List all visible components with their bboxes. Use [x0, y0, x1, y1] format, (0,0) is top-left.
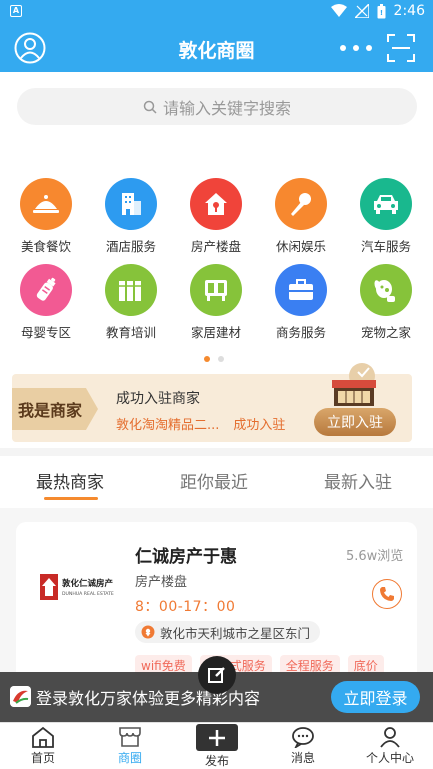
category-pets[interactable]: 宠物之家	[348, 264, 424, 341]
category-label: 酒店服务	[105, 239, 156, 254]
food-cover-icon	[20, 178, 72, 230]
battery-icon: !	[377, 3, 386, 18]
tab-nearest[interactable]: 距你最近	[180, 468, 248, 493]
location-pin-icon	[141, 625, 155, 639]
category-label: 家居建材	[190, 325, 241, 340]
furniture-icon	[190, 264, 242, 316]
pager-dot[interactable]	[218, 356, 224, 362]
view-count: 5.6w浏览	[346, 549, 404, 564]
join-now-button[interactable]: 立即入驻	[314, 408, 396, 436]
baby-bottle-icon	[20, 264, 72, 316]
dog-icon	[360, 264, 412, 316]
category-auto[interactable]: 汽车服务	[348, 178, 424, 255]
app-logo-icon	[10, 686, 31, 707]
category-label: 美食餐饮	[20, 239, 71, 254]
phone-icon	[380, 587, 394, 601]
status-bar: A ! 2:46	[0, 0, 433, 24]
nav-business-circle[interactable]: 商圈	[87, 723, 173, 769]
category-hotel[interactable]: 酒店服务	[93, 178, 169, 255]
shop-logo: 敦化仁诚房产 DUNHUA REAL ESTATE	[40, 574, 114, 600]
nav-publish[interactable]	[196, 724, 238, 751]
call-button[interactable]	[372, 579, 402, 609]
nav-label: 消息	[290, 751, 315, 765]
person-icon	[380, 727, 400, 748]
merchant-list-tabs: 最热商家 距你最近 最新入驻	[0, 458, 433, 502]
merchant-tag: 我是商家	[12, 388, 98, 430]
tab-newest[interactable]: 最新入驻	[324, 468, 392, 493]
house-icon	[190, 178, 242, 230]
car-icon	[360, 178, 412, 230]
recent-merchant-ticker: 敦化淘淘精品二... 成功入驻	[116, 414, 285, 433]
login-button[interactable]: 立即登录	[331, 681, 420, 713]
home-icon	[32, 726, 54, 748]
shop-category: 房产楼盘	[135, 575, 188, 590]
plus-icon	[209, 729, 225, 746]
more-options-icon[interactable]	[340, 42, 372, 54]
message-icon	[292, 727, 314, 748]
shop-awning-icon	[119, 727, 141, 747]
merchant-promo-title: 成功入驻商家	[116, 391, 200, 407]
recent-merchant-status: 成功入驻	[233, 418, 286, 433]
active-tab-indicator	[44, 497, 98, 500]
pager-dot-active	[204, 356, 210, 362]
category-label: 母婴专区	[20, 325, 71, 340]
category-label: 教育培训	[105, 325, 156, 340]
microphone-icon	[275, 178, 327, 230]
nav-label: 首页	[30, 751, 55, 765]
shop-address[interactable]: 敦化市天利城市之星区东门	[135, 621, 321, 643]
svg-text:!: !	[379, 9, 382, 17]
nav-messages[interactable]: 消息	[260, 723, 346, 769]
clock: 2:46	[393, 3, 425, 19]
recent-merchant-name: 敦化淘淘精品二...	[116, 418, 220, 433]
address-text: 敦化市天利城市之星区东门	[160, 625, 311, 641]
business-hours: 8：00-17：00	[135, 599, 236, 615]
category-food[interactable]: 美食餐饮	[8, 178, 84, 255]
nav-home[interactable]: 首页	[0, 723, 86, 769]
books-icon	[105, 264, 157, 316]
category-education[interactable]: 教育培训	[93, 264, 169, 341]
tab-hottest[interactable]: 最热商家	[36, 468, 104, 493]
logo-subtext: DUNHUA REAL ESTATE	[62, 591, 114, 597]
category-label: 宠物之家	[360, 325, 411, 340]
notification-icon: A	[10, 5, 22, 17]
category-label: 休闲娱乐	[275, 239, 326, 254]
search-icon	[143, 100, 157, 114]
scan-icon[interactable]	[386, 33, 416, 63]
nav-label: 发布	[204, 754, 229, 768]
carousel-pager	[204, 356, 224, 362]
search-placeholder: 请输入关键字搜索	[162, 98, 291, 118]
signal-icon	[354, 4, 369, 18]
hotel-building-icon	[105, 178, 157, 230]
category-label: 房产楼盘	[190, 239, 241, 254]
logo-text: 敦化仁诚房产	[62, 578, 114, 589]
edit-icon	[208, 667, 225, 683]
category-business[interactable]: 商务服务	[263, 264, 339, 341]
storefront-icon	[332, 363, 376, 406]
category-label: 商务服务	[275, 325, 326, 340]
category-maternity[interactable]: 母婴专区	[8, 264, 84, 341]
category-label: 汽车服务	[360, 239, 411, 254]
app-header: 敦化商圈	[0, 24, 433, 72]
nav-profile[interactable]: 个人中心	[347, 723, 433, 769]
briefcase-icon	[275, 264, 327, 316]
nav-label: 商圈	[117, 751, 142, 765]
category-home-building[interactable]: 家居建材	[178, 264, 254, 341]
category-real-estate[interactable]: 房产楼盘	[178, 178, 254, 255]
section-divider	[0, 448, 433, 456]
wifi-icon	[330, 4, 347, 17]
nav-label: 个人中心	[365, 751, 414, 765]
category-entertainment[interactable]: 休闲娱乐	[263, 178, 339, 255]
shop-name[interactable]: 仁诚房产于惠	[135, 542, 237, 567]
search-input[interactable]: 请输入关键字搜索	[17, 88, 417, 125]
edit-post-button[interactable]	[198, 656, 236, 694]
